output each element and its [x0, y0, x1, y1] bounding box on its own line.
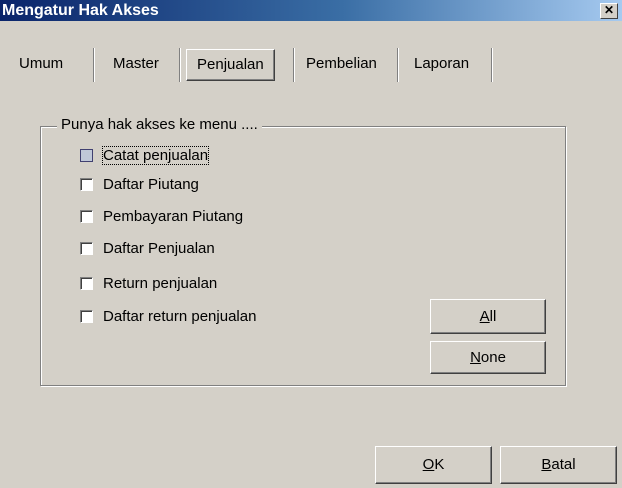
- checkbox-label: Return penjualan: [103, 274, 218, 292]
- mnemonic-letter: O: [422, 456, 435, 473]
- checkbox-box[interactable]: [80, 241, 93, 255]
- groupbox-label: Punya hak akses ke menu ....: [57, 116, 262, 133]
- tab-separator: [491, 48, 493, 82]
- title-bar[interactable]: Mengatur Hak Akses ✕: [0, 0, 622, 21]
- checkbox-daftar-piutang[interactable]: Daftar Piutang: [80, 174, 199, 194]
- tab-separator: [293, 48, 295, 82]
- window-title: Mengatur Hak Akses: [2, 2, 159, 19]
- checkbox-label: Daftar Penjualan: [103, 239, 215, 257]
- tab-master[interactable]: Master: [103, 48, 169, 80]
- tab-laporan[interactable]: Laporan: [404, 48, 479, 80]
- checkbox-label: Catat penjualan: [101, 145, 210, 165]
- mnemonic-letter: A: [479, 308, 490, 325]
- checkbox-label: Daftar Piutang: [103, 175, 199, 193]
- tab-separator: [179, 48, 181, 82]
- close-icon: ✕: [603, 3, 615, 17]
- cancel-button[interactable]: Batal: [500, 446, 617, 484]
- select-all-button[interactable]: All: [430, 299, 546, 334]
- mnemonic-letter: N: [470, 349, 481, 366]
- checkbox-pembayaran-piutang[interactable]: Pembayaran Piutang: [80, 206, 243, 226]
- checkbox-box[interactable]: [80, 209, 93, 223]
- checkbox-label: Daftar return penjualan: [103, 307, 257, 325]
- tab-separator: [397, 48, 399, 82]
- checkbox-daftar-penjualan[interactable]: Daftar Penjualan: [80, 238, 215, 258]
- checkbox-box[interactable]: [80, 177, 93, 191]
- tab-umum[interactable]: Umum: [9, 48, 73, 80]
- checkbox-box[interactable]: [80, 148, 93, 162]
- tab-penjualan[interactable]: Penjualan: [186, 49, 275, 81]
- ok-button[interactable]: OK: [375, 446, 492, 484]
- button-label-rest: ll: [489, 308, 497, 325]
- checkbox-box[interactable]: [80, 309, 93, 323]
- checkbox-catat-penjualan[interactable]: Catat penjualan: [80, 145, 210, 165]
- mnemonic-letter: B: [541, 456, 552, 473]
- close-button[interactable]: ✕: [600, 3, 618, 19]
- select-none-button[interactable]: None: [430, 341, 546, 374]
- checkbox-label: Pembayaran Piutang: [103, 207, 244, 225]
- tab-separator: [93, 48, 95, 82]
- tab-pembelian[interactable]: Pembelian: [296, 48, 387, 80]
- checkbox-daftar-return-penjualan[interactable]: Daftar return penjualan: [80, 306, 256, 326]
- checkbox-box[interactable]: [80, 276, 93, 290]
- button-label-rest: K: [434, 456, 445, 473]
- button-label-rest: atal: [551, 456, 576, 473]
- dialog-window: Mengatur Hak Akses ✕ Umum Master Penjual…: [0, 0, 622, 488]
- checkbox-return-penjualan[interactable]: Return penjualan: [80, 273, 217, 293]
- button-label-rest: one: [480, 349, 506, 366]
